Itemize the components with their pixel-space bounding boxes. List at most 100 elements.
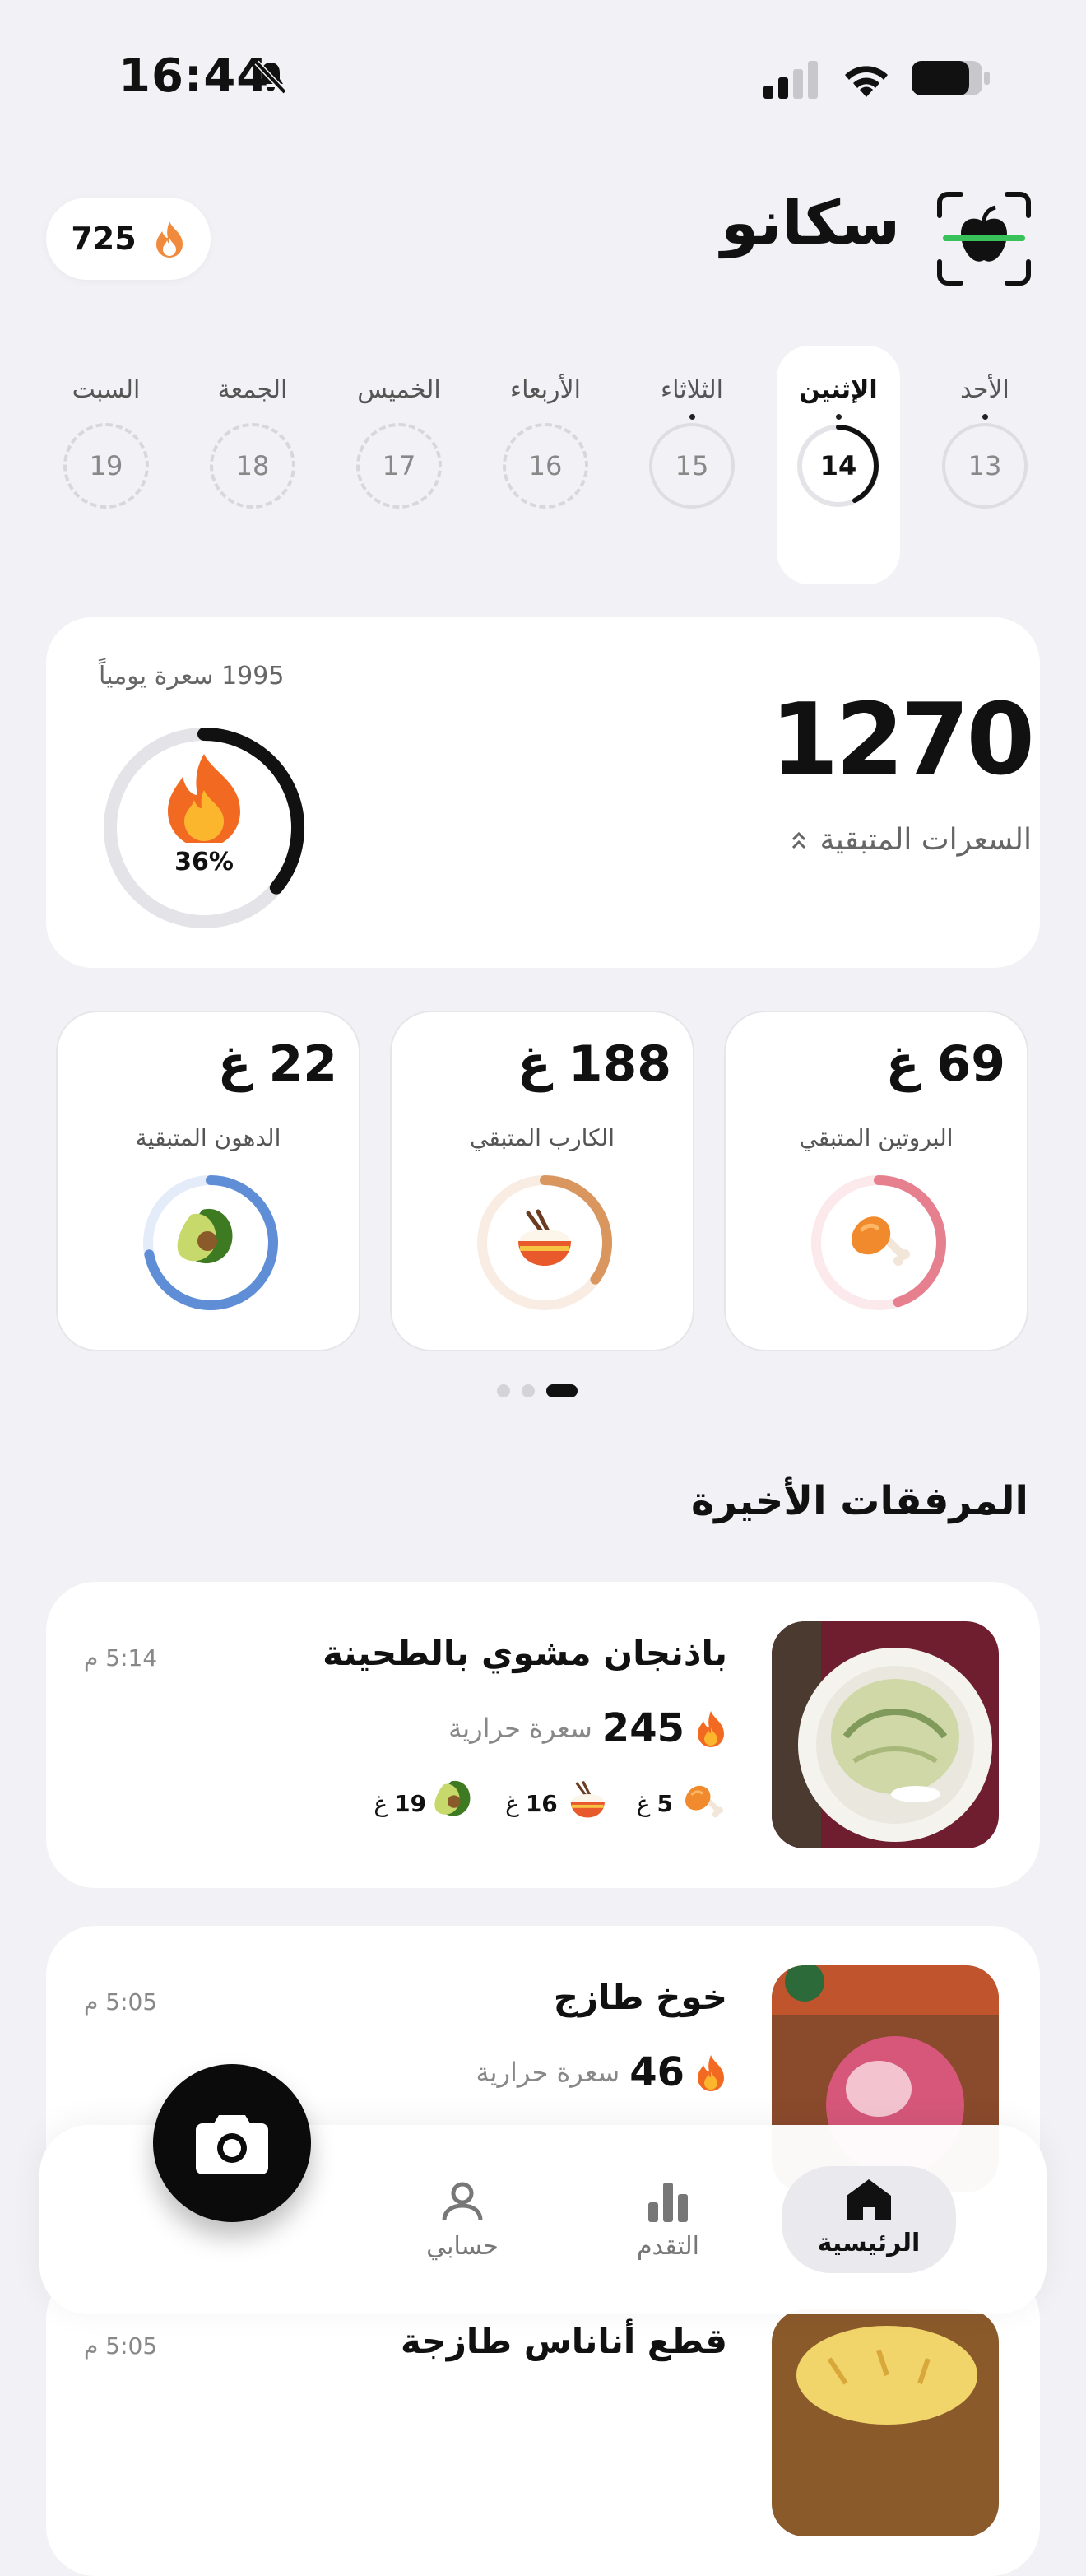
meal-macro-carbs: 16 غ <box>505 1779 612 1827</box>
apple-scan-icon <box>937 192 1031 286</box>
nav-progress-label: التقدم <box>636 2232 700 2261</box>
camera-button[interactable] <box>153 2064 311 2222</box>
flame-icon <box>168 754 240 843</box>
nav-home[interactable]: الرئيسية <box>782 2166 956 2273</box>
meal-time: 5:14 م <box>84 1644 158 1672</box>
meal-name: خوخ طازج <box>553 1977 727 2017</box>
day-circle: 17 <box>356 423 442 509</box>
calories-remaining-value: 1270 <box>770 683 1035 797</box>
meal-macros: 5 غ 16 غ 19 غ <box>374 1779 727 1827</box>
rice-bowl-icon <box>570 1781 605 1818</box>
day-13[interactable]: الأحد 13 <box>923 346 1047 584</box>
page-dot[interactable] <box>546 1384 578 1397</box>
meal-calories-unit: سعرة حرارية <box>448 1713 592 1744</box>
day-name: الخميس <box>357 375 441 404</box>
nav-progress[interactable]: التقدم <box>586 2169 750 2261</box>
day-15[interactable]: الثلاثاء 15 <box>630 346 754 584</box>
food-photo <box>772 1621 999 1848</box>
macro-value: 69 غ <box>885 1035 1005 1093</box>
day-name: الجمعة <box>217 375 288 404</box>
meal-macro-unit: غ <box>636 1789 651 1817</box>
macro-card-0[interactable]: 69 غ البروتين المتبقي <box>724 1011 1028 1351</box>
day-14[interactable]: الإثنين 14 <box>777 346 900 584</box>
day-number: 13 <box>968 450 1002 481</box>
meal-time: 5:05 م <box>84 1988 158 2016</box>
nav-account[interactable]: حسابي <box>380 2169 545 2261</box>
meal-macro-unit: غ <box>374 1789 388 1817</box>
day-circle: 15 <box>649 423 735 509</box>
day-18[interactable]: الجمعة 18 <box>191 346 314 584</box>
day-number: 19 <box>89 450 123 481</box>
meal-macro-value: 5 <box>657 1789 673 1817</box>
meal-photo <box>772 1621 999 1848</box>
meal-calories-value: 245 <box>601 1705 685 1751</box>
meal-calories: 245 سعرة حرارية <box>448 1705 727 1751</box>
app-title: سكانو <box>721 188 900 258</box>
streak-count: 725 <box>71 221 137 257</box>
day-17[interactable]: الخميس 17 <box>337 346 461 584</box>
nav-home-label: الرئيسية <box>817 2229 921 2257</box>
avocado-icon <box>177 1208 233 1264</box>
camera-icon <box>196 2115 268 2174</box>
meal-time: 5:05 م <box>84 2332 158 2360</box>
day-name: السبت <box>72 375 141 404</box>
person-icon <box>442 2182 483 2221</box>
meal-card[interactable]: قطع أناناس طازجة 5:05 م <box>46 2270 1040 2576</box>
calories-goal: 1995 سعرة يومياً <box>99 662 285 690</box>
ring-progress <box>540 1175 612 1285</box>
page-dot[interactable] <box>522 1384 535 1397</box>
day-number: 18 <box>235 450 270 481</box>
calories-label-text: السعرات المتبقية <box>819 823 1032 857</box>
chicken-leg-icon <box>685 1785 723 1818</box>
rice-bowl-icon <box>518 1209 571 1266</box>
flame-icon <box>155 221 183 258</box>
meal-macro-value: 19 <box>394 1789 427 1817</box>
bar-chart-icon <box>648 2183 688 2222</box>
streak-pill[interactable]: 725 <box>46 198 211 280</box>
page-indicator[interactable] <box>497 1384 578 1397</box>
day-circle: 18 <box>210 423 295 509</box>
chevrons-up-icon <box>792 831 806 849</box>
page-dot[interactable] <box>497 1384 510 1397</box>
day-entry-dot <box>835 414 842 420</box>
day-entry-dot <box>689 414 695 420</box>
macro-card-2[interactable]: 22 غ الدهون المتبقية <box>56 1011 360 1351</box>
meal-name: قطع أناناس طازجة <box>400 2321 727 2361</box>
meal-calories-value: 46 <box>629 2049 685 2095</box>
avocado-icon <box>434 1780 471 1816</box>
macro-value: 22 غ <box>217 1035 337 1093</box>
nav-account-label: حسابي <box>426 2232 499 2261</box>
macro-label: الدهون المتبقية <box>135 1124 281 1151</box>
day-circle: 16 <box>503 423 588 509</box>
day-number: 17 <box>382 450 416 481</box>
wifi-icon <box>845 66 888 97</box>
meal-card[interactable]: باذنجان مشوي بالطحينة 5:14 م 245 سعرة حرا… <box>46 1582 1040 1888</box>
flame-icon <box>698 1711 724 1747</box>
day-number: 15 <box>675 450 709 481</box>
meal-name: باذنجان مشوي بالطحينة <box>323 1633 727 1673</box>
meal-calories: 46 سعرة حرارية <box>476 2049 727 2095</box>
chicken-leg-icon <box>851 1216 910 1266</box>
macro-progress-ring <box>143 1175 278 1310</box>
day-name: الأحد <box>960 375 1009 404</box>
day-entry-dot <box>982 414 988 420</box>
battery-icon <box>912 61 990 95</box>
macro-label: البروتين المتبقي <box>799 1124 954 1151</box>
macro-progress-ring <box>477 1175 612 1310</box>
macro-card-1[interactable]: 188 غ الكارب المتبقي <box>390 1011 694 1351</box>
day-number: 14 <box>819 450 857 481</box>
day-16[interactable]: الأربعاء 16 <box>484 346 607 584</box>
home-icon <box>847 2179 891 2220</box>
day-19[interactable]: السبت 19 <box>44 346 168 584</box>
day-name: الأربعاء <box>509 375 581 404</box>
calories-percent: 36% <box>174 848 234 876</box>
recent-uploads-title: المرفقات الأخيرة <box>690 1478 1028 1524</box>
meal-macro-unit: غ <box>505 1789 519 1817</box>
day-number: 16 <box>528 450 563 481</box>
macro-value: 188 غ <box>517 1035 671 1093</box>
signal-icon <box>763 61 818 99</box>
meal-macro-protein: 5 غ <box>637 1779 727 1827</box>
macro-label: الكارب المتبقي <box>470 1124 615 1151</box>
calories-remaining-label: السعرات المتبقية <box>790 823 1032 857</box>
flame-icon <box>698 2055 724 2091</box>
